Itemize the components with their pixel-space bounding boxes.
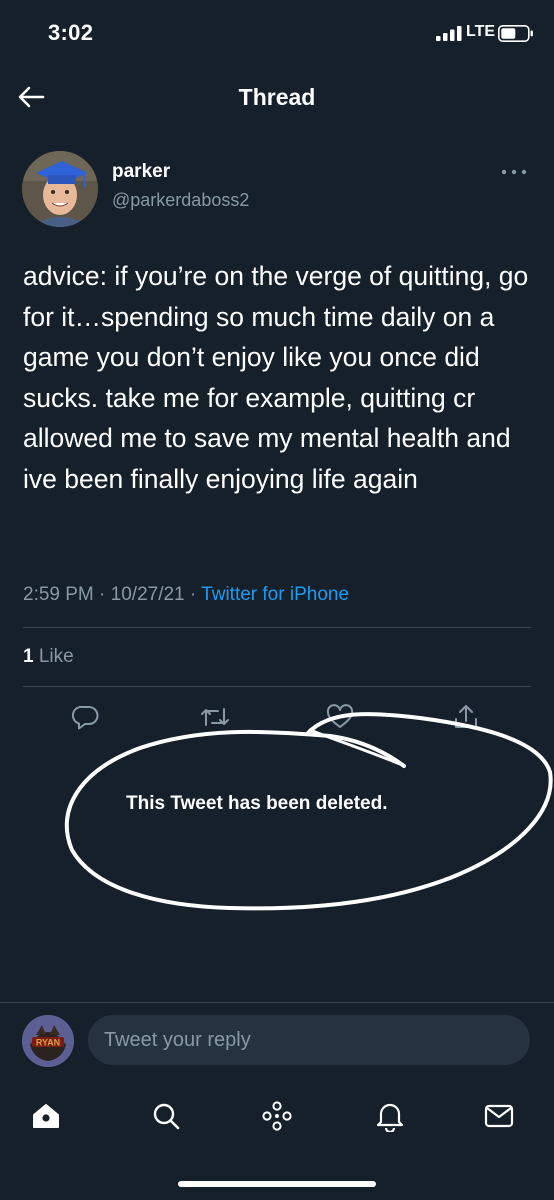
likes-count: 1 xyxy=(23,646,34,667)
more-icon xyxy=(501,169,527,175)
search-icon xyxy=(153,1103,180,1130)
home-indicator xyxy=(178,1181,376,1187)
status-time: 3:02 xyxy=(48,20,94,45)
page-title: Thread xyxy=(238,84,316,110)
nav-spaces[interactable] xyxy=(255,1094,299,1138)
home-icon xyxy=(33,1104,59,1128)
spaces-icon xyxy=(262,1101,292,1131)
more-options-button[interactable] xyxy=(494,160,534,184)
divider xyxy=(23,686,531,687)
nav-messages[interactable] xyxy=(477,1094,521,1138)
signal-bars-icon xyxy=(436,26,462,41)
deleted-tweet-notice: This Tweet has been deleted. xyxy=(126,793,388,814)
tweet-time: 2:59 PM xyxy=(23,584,94,605)
nav-home[interactable] xyxy=(24,1094,68,1138)
messages-icon xyxy=(484,1104,514,1128)
reply-input[interactable] xyxy=(88,1015,530,1065)
likes-summary[interactable]: 1 Like xyxy=(23,646,74,668)
divider xyxy=(0,1002,554,1003)
reply-avatar-text: RYAN xyxy=(36,1038,60,1048)
tweet-date: 10/27/21 xyxy=(110,584,185,605)
avatar[interactable] xyxy=(22,151,98,227)
divider xyxy=(23,627,531,628)
tweet-metadata: 2:59 PM · 10/27/21 · Twitter for iPhone xyxy=(23,584,349,606)
likes-label: Like xyxy=(38,646,74,667)
tweet-text: advice: if you’re on the verge of quitti… xyxy=(23,261,536,494)
network-type: LTE xyxy=(466,23,496,40)
display-name[interactable]: parker xyxy=(112,161,170,183)
tweet-source-link[interactable]: Twitter for iPhone xyxy=(201,584,349,605)
scribble-annotation xyxy=(64,712,553,911)
notifications-icon xyxy=(376,1103,404,1132)
user-handle[interactable]: @parkerdaboss2 xyxy=(112,190,249,211)
nav-notifications[interactable] xyxy=(368,1094,412,1138)
separator-dot: · xyxy=(99,584,111,605)
reply-avatar[interactable]: RYAN xyxy=(22,1015,74,1067)
nav-search[interactable] xyxy=(144,1094,188,1138)
separator-dot: · xyxy=(189,584,202,605)
battery-icon xyxy=(498,25,533,42)
